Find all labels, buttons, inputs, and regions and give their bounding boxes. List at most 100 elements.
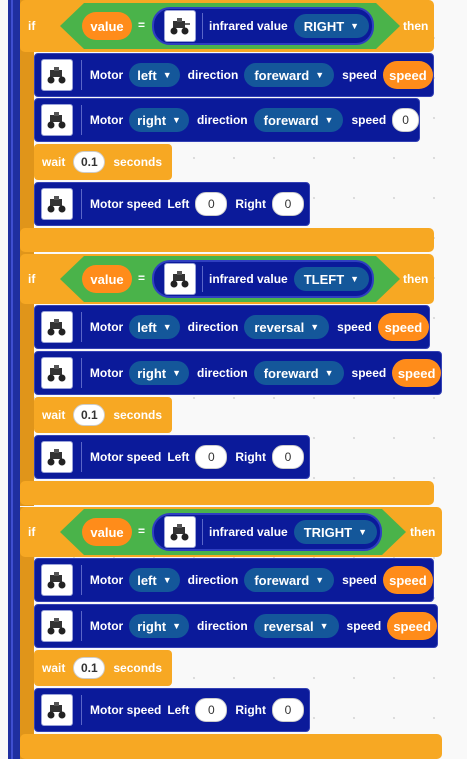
caret-down-icon: ▼	[319, 621, 329, 631]
direction-label: direction	[197, 619, 248, 633]
motor-side-dropdown[interactable]: right ▼	[129, 108, 189, 132]
if-label: if	[28, 19, 36, 33]
wait-label: wait	[42, 661, 66, 675]
wait-block-2[interactable]: wait 0.1 seconds	[34, 397, 172, 433]
speed-label: speed	[342, 68, 377, 82]
wait-block-3[interactable]: wait 0.1 seconds	[34, 650, 172, 686]
right-label: Right	[235, 197, 266, 211]
motor-speed-block-1[interactable]: Motor speed Left 0 Right 0	[34, 182, 310, 226]
left-label: Left	[167, 197, 190, 211]
wait-block-1[interactable]: wait 0.1 seconds	[34, 144, 172, 180]
left-speed-input[interactable]: 0	[195, 192, 228, 216]
sensor-dropdown[interactable]: RIGHT ▼	[293, 14, 370, 38]
motor-block-2a[interactable]: Motor left ▼ direction reversal ▼ speed sp…	[34, 305, 430, 349]
motor-side-value: right	[137, 112, 167, 128]
robot-car-icon	[164, 516, 196, 548]
caret-down-icon: ▼	[324, 368, 334, 378]
variable-value-1[interactable]: value	[82, 12, 132, 40]
sensor-dropdown[interactable]: TLEFT ▼	[293, 267, 370, 291]
speed-variable[interactable]: speed	[382, 566, 433, 594]
motor-block-1b[interactable]: Motor right ▼ direction foreward ▼ speed 0	[34, 98, 420, 142]
right-speed-input[interactable]: 0	[272, 192, 304, 216]
motor-side-value: right	[137, 618, 167, 634]
direction-label: direction	[197, 366, 248, 380]
motor-block-3b[interactable]: Motor right ▼ direction reversal ▼ speed s…	[34, 604, 438, 648]
sensor-label: infrared value	[209, 525, 288, 539]
if-label: if	[28, 272, 36, 286]
wait-seconds-input[interactable]: 0.1	[73, 404, 106, 426]
motor-side-dropdown[interactable]: left ▼	[129, 315, 180, 339]
motor-side-value: left	[137, 572, 157, 588]
motor-side-dropdown[interactable]: left ▼	[129, 63, 180, 87]
caret-down-icon: ▼	[350, 274, 360, 284]
speed-variable[interactable]: speed	[382, 61, 433, 89]
speed-label: speed	[351, 366, 387, 380]
speed-number-input[interactable]: 0	[392, 108, 419, 132]
equals-operator-3: =	[138, 524, 146, 538]
robot-car-icon	[41, 59, 73, 91]
sensor-option: TLEFT	[303, 271, 345, 287]
motor-speed-block-3[interactable]: Motor speed Left 0 Right 0	[34, 688, 310, 732]
infrared-sensor-block-2[interactable]: infrared value TLEFT ▼	[152, 260, 374, 298]
motor-speed-label: Motor speed	[90, 197, 162, 211]
caret-down-icon: ▼	[324, 115, 334, 125]
direction-dropdown[interactable]: foreward ▼	[244, 63, 335, 87]
caret-down-icon: ▼	[315, 575, 325, 585]
direction-dropdown[interactable]: reversal ▼	[244, 315, 330, 339]
if-block-2-footer	[20, 481, 434, 505]
speed-variable[interactable]: speed	[392, 359, 441, 387]
sensor-option: RIGHT	[303, 18, 345, 34]
equals-operator-1: =	[138, 18, 146, 32]
infrared-sensor-block-1[interactable]: infrared value RIGHT ▼	[152, 7, 374, 45]
outer-loop-spine	[8, 0, 20, 759]
left-label: Left	[167, 450, 190, 464]
speed-label: speed	[337, 320, 372, 334]
direction-dropdown[interactable]: foreward ▼	[244, 568, 335, 592]
robot-car-icon	[41, 564, 73, 596]
motor-block-2b[interactable]: Motor right ▼ direction foreward ▼ speed s…	[34, 351, 442, 395]
sensor-option: TRIGHT	[303, 524, 353, 540]
wait-seconds-input[interactable]: 0.1	[73, 657, 106, 679]
sensor-dropdown[interactable]: TRIGHT ▼	[293, 520, 378, 544]
motor-label: Motor	[89, 320, 124, 334]
direction-value: foreward	[263, 112, 319, 128]
infrared-sensor-block-3[interactable]: infrared value TRIGHT ▼	[152, 513, 382, 551]
right-speed-input[interactable]: 0	[272, 445, 304, 469]
motor-side-dropdown[interactable]: right ▼	[129, 614, 190, 638]
speed-label: speed	[342, 573, 377, 587]
direction-dropdown[interactable]: foreward ▼	[253, 108, 344, 132]
speed-variable[interactable]: speed	[387, 612, 437, 640]
motor-side-dropdown[interactable]: left ▼	[129, 568, 180, 592]
direction-dropdown[interactable]: foreward ▼	[253, 361, 344, 385]
motor-label: Motor	[89, 68, 124, 82]
wait-seconds-input[interactable]: 0.1	[73, 151, 106, 173]
caret-down-icon: ▼	[350, 21, 360, 31]
robot-car-icon	[41, 441, 73, 473]
direction-dropdown[interactable]: reversal ▼	[253, 614, 339, 638]
then-label: then	[403, 19, 429, 33]
variable-value-3[interactable]: value	[82, 518, 132, 546]
motor-side-dropdown[interactable]: right ▼	[129, 361, 190, 385]
if-block-1-footer	[20, 228, 434, 252]
speed-variable[interactable]: speed	[377, 313, 429, 341]
direction-value: reversal	[254, 319, 305, 335]
caret-down-icon: ▼	[172, 368, 182, 378]
left-label: Left	[167, 703, 190, 717]
motor-speed-block-2[interactable]: Motor speed Left 0 Right 0	[34, 435, 310, 479]
robot-car-icon	[41, 610, 73, 642]
direction-value: foreward	[254, 67, 310, 83]
left-speed-input[interactable]: 0	[195, 445, 228, 469]
right-label: Right	[235, 703, 266, 717]
motor-speed-label: Motor speed	[90, 703, 162, 717]
direction-label: direction	[187, 573, 239, 587]
motor-block-3a[interactable]: Motor left ▼ direction foreward ▼ speed sp…	[34, 558, 434, 602]
sensor-label: infrared value	[209, 19, 288, 33]
motor-block-1a[interactable]: Motor left ▼ direction foreward ▼ speed sp…	[34, 53, 434, 97]
motor-label: Motor	[89, 573, 124, 587]
then-label: then	[410, 525, 436, 539]
then-label: then	[403, 272, 429, 286]
right-speed-input[interactable]: 0	[272, 698, 304, 722]
variable-value-2[interactable]: value	[82, 265, 132, 293]
left-speed-input[interactable]: 0	[195, 698, 228, 722]
caret-down-icon: ▼	[358, 527, 368, 537]
